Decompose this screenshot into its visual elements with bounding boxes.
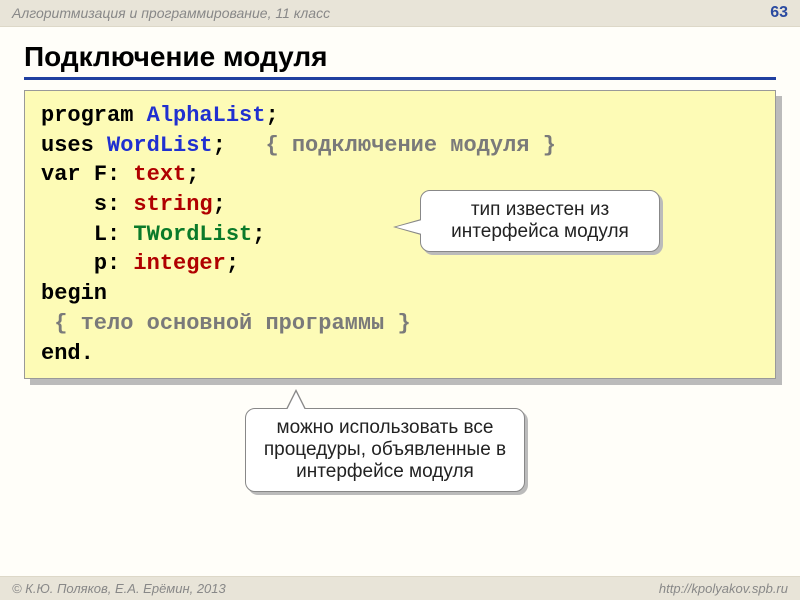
id-alphalist: AlphaList [147,103,266,128]
pad6 [41,251,94,276]
comment-uses: { подключение модуля } [265,133,555,158]
id-wordlist: WordList [107,133,213,158]
page-number: 63 [770,4,788,22]
v3: F: [94,162,134,187]
t1: ; [265,103,278,128]
v6: p: [94,251,134,276]
callout-type-known: тип известен из интерфейса модуля [420,190,660,252]
t5: ; [252,222,265,247]
t3: ; [186,162,199,187]
t2: ; [213,133,266,158]
v4: s: [94,192,134,217]
comment-body: { тело основной программы } [54,311,410,336]
footer-url: http://kpolyakov.spb.ru [659,581,788,596]
slide-title: Подключение модуля [0,27,800,77]
callout-procedures: можно использовать все процедуры, объявл… [245,408,525,492]
type-twordlist: TWordList [133,222,252,247]
kw-end: end. [41,341,94,366]
type-text: text [133,162,186,187]
t4: ; [213,192,226,217]
v5: L: [94,222,134,247]
t6: ; [226,251,239,276]
course-label: Алгоритмизация и программирование, 11 кл… [12,5,330,21]
pad5 [41,222,94,247]
header-bar: Алгоритмизация и программирование, 11 кл… [0,0,800,27]
pad4 [41,192,94,217]
kw-uses: uses [41,133,107,158]
copyright: © К.Ю. Поляков, Е.А. Ерёмин, 2013 [12,581,226,596]
footer-bar: © К.Ю. Поляков, Е.А. Ерёмин, 2013 http:/… [0,576,800,600]
kw-begin: begin [41,281,107,306]
title-underline [24,77,776,80]
pad8 [41,311,54,336]
type-string: string [133,192,212,217]
type-integer: integer [133,251,225,276]
kw-program: program [41,103,147,128]
kw-var: var [41,162,94,187]
